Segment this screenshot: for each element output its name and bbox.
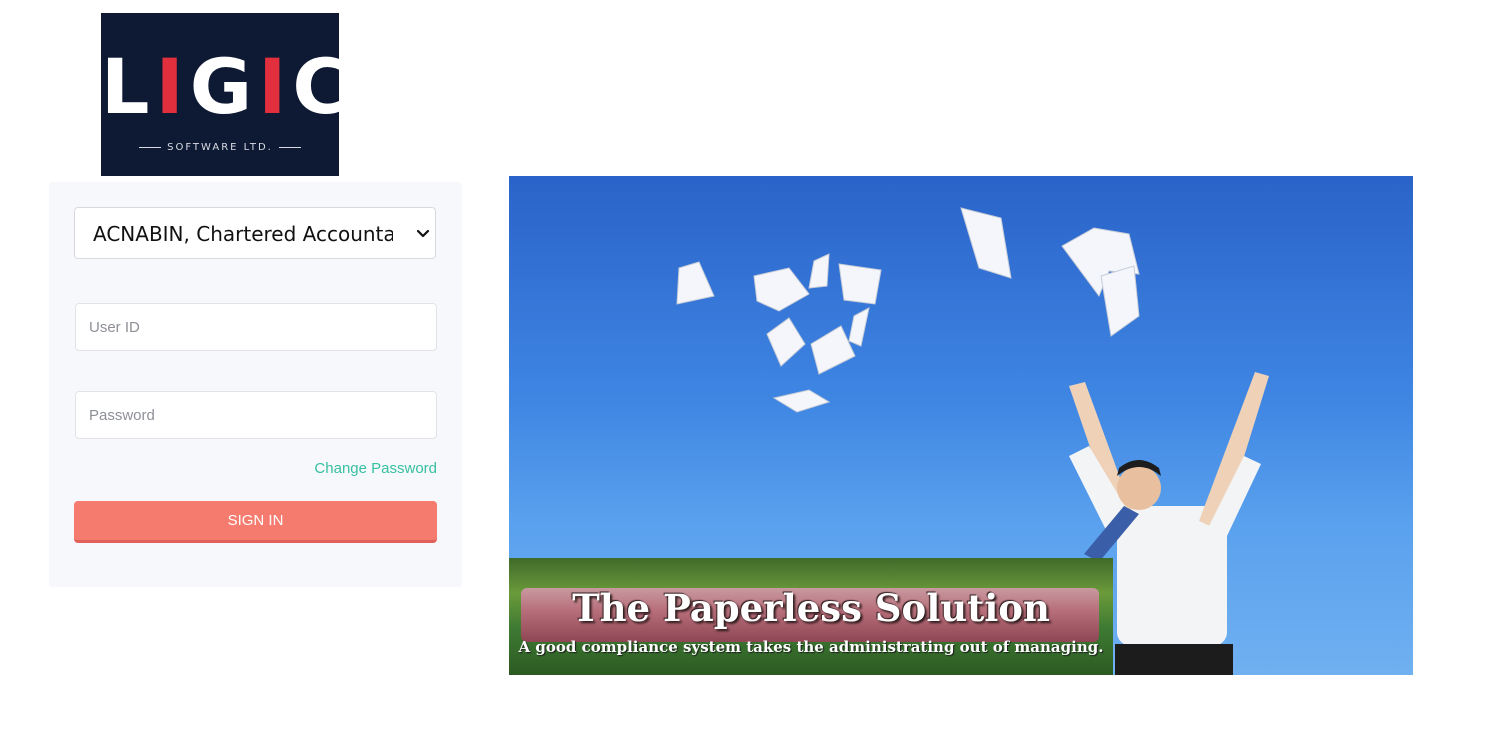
user-id-field[interactable] [75, 303, 437, 351]
password-field[interactable] [75, 391, 437, 439]
paperless-banner: The Paperless Solution A good compliance… [509, 558, 1113, 675]
sign-in-button[interactable]: SIGN IN [74, 501, 437, 543]
change-password-link[interactable]: Change Password [314, 460, 437, 477]
company-logo: LIGIC SOFTWARE LTD. [101, 13, 339, 176]
logo-wordmark: LIGIC [101, 42, 339, 131]
chevron-down-icon [416, 229, 430, 238]
password-input[interactable] [76, 392, 436, 438]
company-select-value: ACNABIN, Chartered Accountants [93, 222, 393, 246]
logo-subtitle: SOFTWARE LTD. [101, 142, 339, 153]
hero-image: The Paperless Solution A good compliance… [509, 176, 1413, 675]
company-select[interactable]: ACNABIN, Chartered Accountants [74, 207, 436, 259]
banner-tagline: A good compliance system takes the admin… [518, 638, 1104, 656]
banner-title: The Paperless Solution [572, 586, 1050, 630]
user-id-input[interactable] [76, 304, 436, 350]
login-card: ACNABIN, Chartered Accountants Change Pa… [49, 182, 462, 587]
